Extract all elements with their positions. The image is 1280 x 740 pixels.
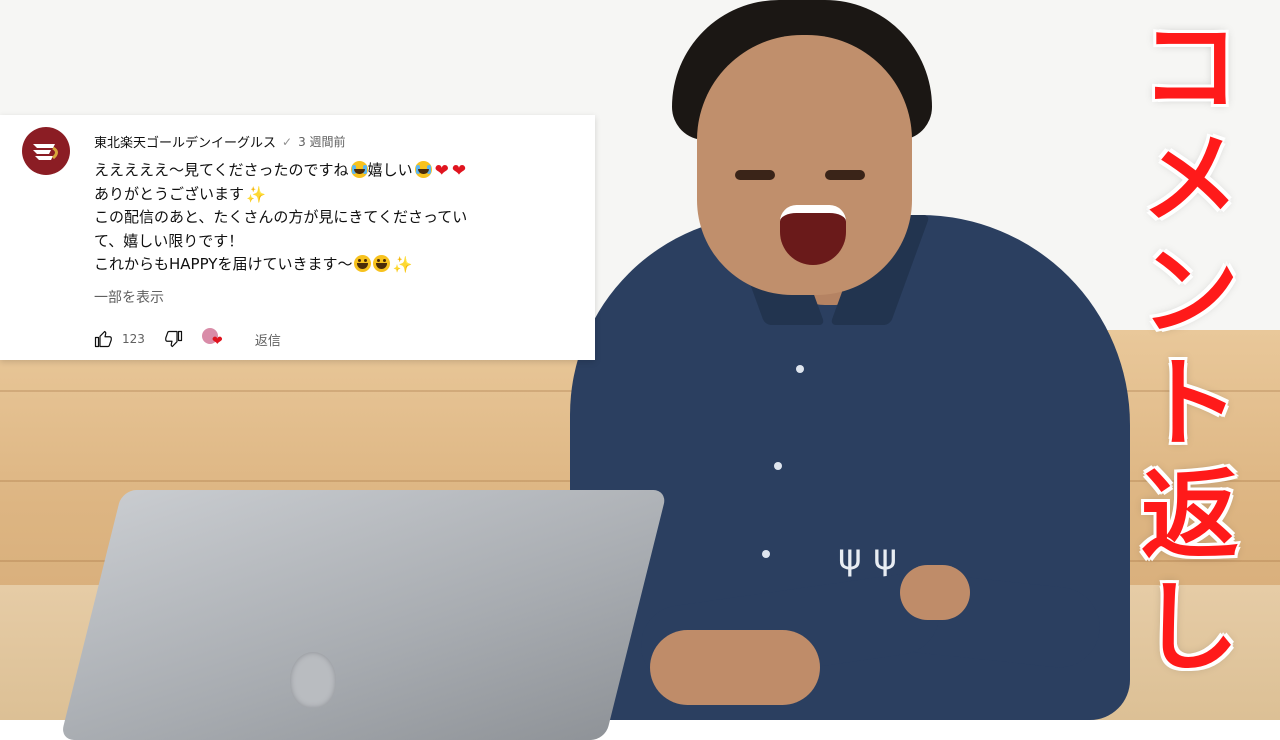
creator-heart-badge: ❤ (201, 327, 225, 351)
comment-body: えええええ～見てくださったのですね 嬉しい ❤ ❤ ありがとうございます ✨ この配信の… (94, 159, 564, 277)
avatar[interactable] (22, 127, 70, 175)
comment-line: この配信のあと、たくさんの方が見にきてくださってい (94, 208, 468, 226)
overlay-title-char: メ (1139, 122, 1241, 238)
thumbs-up-icon[interactable] (92, 328, 114, 350)
eagles-logo-icon (33, 144, 58, 160)
comment-actions: 123 ❤ 返信 (92, 327, 281, 351)
laptop (60, 490, 668, 740)
heart-icon: ❤ (211, 334, 223, 349)
apple-logo-icon (290, 652, 336, 708)
crying-face-emoji-icon (350, 161, 368, 178)
heart-emoji-icon: ❤ (434, 161, 449, 181)
overlay-title-char: 返 (1139, 458, 1241, 574)
overlay-title: コ メ ン ト 返 し (1132, 10, 1248, 686)
crying-face-emoji-icon (414, 161, 432, 178)
comment-timestamp[interactable]: 3 週間前 (298, 133, 345, 150)
grinning-face-emoji-icon (373, 255, 391, 272)
overlay-title-char: コ (1139, 10, 1241, 126)
overlay-title-char: ト (1139, 346, 1241, 462)
heart-emoji-icon: ❤ (451, 161, 467, 181)
like-count: 123 (122, 332, 145, 346)
overlay-title-char: ン (1139, 234, 1241, 350)
comment-header: 東北楽天ゴールデンイーグルス ✓ 3 週間前 (94, 132, 346, 152)
overlay-title-char: し (1139, 570, 1241, 686)
comment-line: えええええ～見てくださったのですね 嬉しい ❤ ❤ (94, 161, 467, 181)
thumbs-down-icon[interactable] (163, 328, 185, 350)
show-less-button[interactable]: 一部を表示 (94, 287, 164, 307)
comment-card: 東北楽天ゴールデンイーグルス ✓ 3 週間前 えええええ～見てくださったのですね… (0, 115, 595, 360)
reply-button[interactable]: 返信 (255, 330, 281, 349)
sparkles-emoji-icon: ✨ (246, 184, 266, 204)
comment-line: これからもHAPPYを届けていきます～ ✨ (94, 255, 413, 274)
comment-line: ありがとうございます ✨ (94, 184, 266, 204)
comment-line: て、嬉しい限りです！ (94, 231, 244, 250)
sparkles-emoji-icon: ✨ (392, 255, 413, 274)
check-icon: ✓ (282, 134, 293, 149)
grinning-face-emoji-icon (354, 255, 372, 272)
comment-author[interactable]: 東北楽天ゴールデンイーグルス (94, 132, 276, 151)
